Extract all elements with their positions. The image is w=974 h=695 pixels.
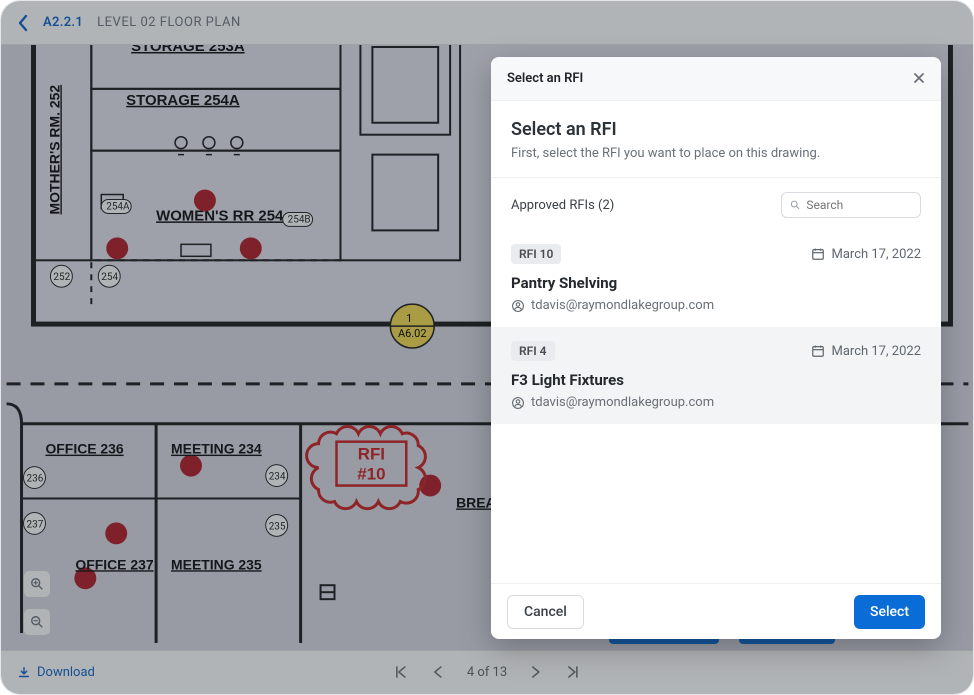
search-input-wrapper[interactable] (781, 192, 921, 218)
search-input[interactable] (806, 198, 912, 212)
rfi-title: Pantry Shelving (511, 274, 921, 292)
modal-filter-row: Approved RFIs (2) (491, 178, 941, 230)
rfi-date: March 17, 2022 (811, 247, 921, 262)
modal-header: Select an RFI First, select the RFI you … (491, 101, 941, 178)
rfi-badge: RFI 10 (511, 244, 561, 264)
rfi-item[interactable]: RFI 10 March 17, 2022 Pantry Shelving td… (491, 230, 941, 327)
person-icon (511, 396, 525, 410)
rfi-item[interactable]: RFI 4 March 17, 2022 F3 Light Fixtures t… (491, 327, 941, 424)
rfi-badge: RFI 4 (511, 341, 555, 361)
rfi-list: RFI 10 March 17, 2022 Pantry Shelving td… (491, 230, 941, 583)
viewer-frame: MOTHER'S RM. 252 STORAGE 253A STORAGE 25… (0, 0, 974, 695)
select-rfi-modal: Select an RFI Select an RFI First, selec… (491, 57, 941, 639)
modal-close-button[interactable] (913, 69, 925, 88)
rfi-date: March 17, 2022 (811, 344, 921, 359)
modal-titlebar: Select an RFI (491, 57, 941, 101)
modal-titlebar-label: Select an RFI (507, 71, 583, 86)
rfi-title: F3 Light Fixtures (511, 371, 921, 389)
cancel-button[interactable]: Cancel (507, 595, 584, 629)
modal-footer: Cancel Select (491, 583, 941, 639)
modal-heading: Select an RFI (511, 119, 921, 140)
modal-subheading: First, select the RFI you want to place … (511, 146, 921, 161)
search-icon (790, 199, 800, 211)
person-icon (511, 299, 525, 313)
calendar-icon (811, 344, 825, 358)
close-icon (913, 72, 925, 84)
select-button[interactable]: Select (854, 595, 925, 629)
approved-count-label: Approved RFIs (2) (511, 198, 614, 213)
rfi-from: tdavis@raymondlakegroup.com (511, 395, 921, 410)
rfi-from: tdavis@raymondlakegroup.com (511, 298, 921, 313)
calendar-icon (811, 247, 825, 261)
